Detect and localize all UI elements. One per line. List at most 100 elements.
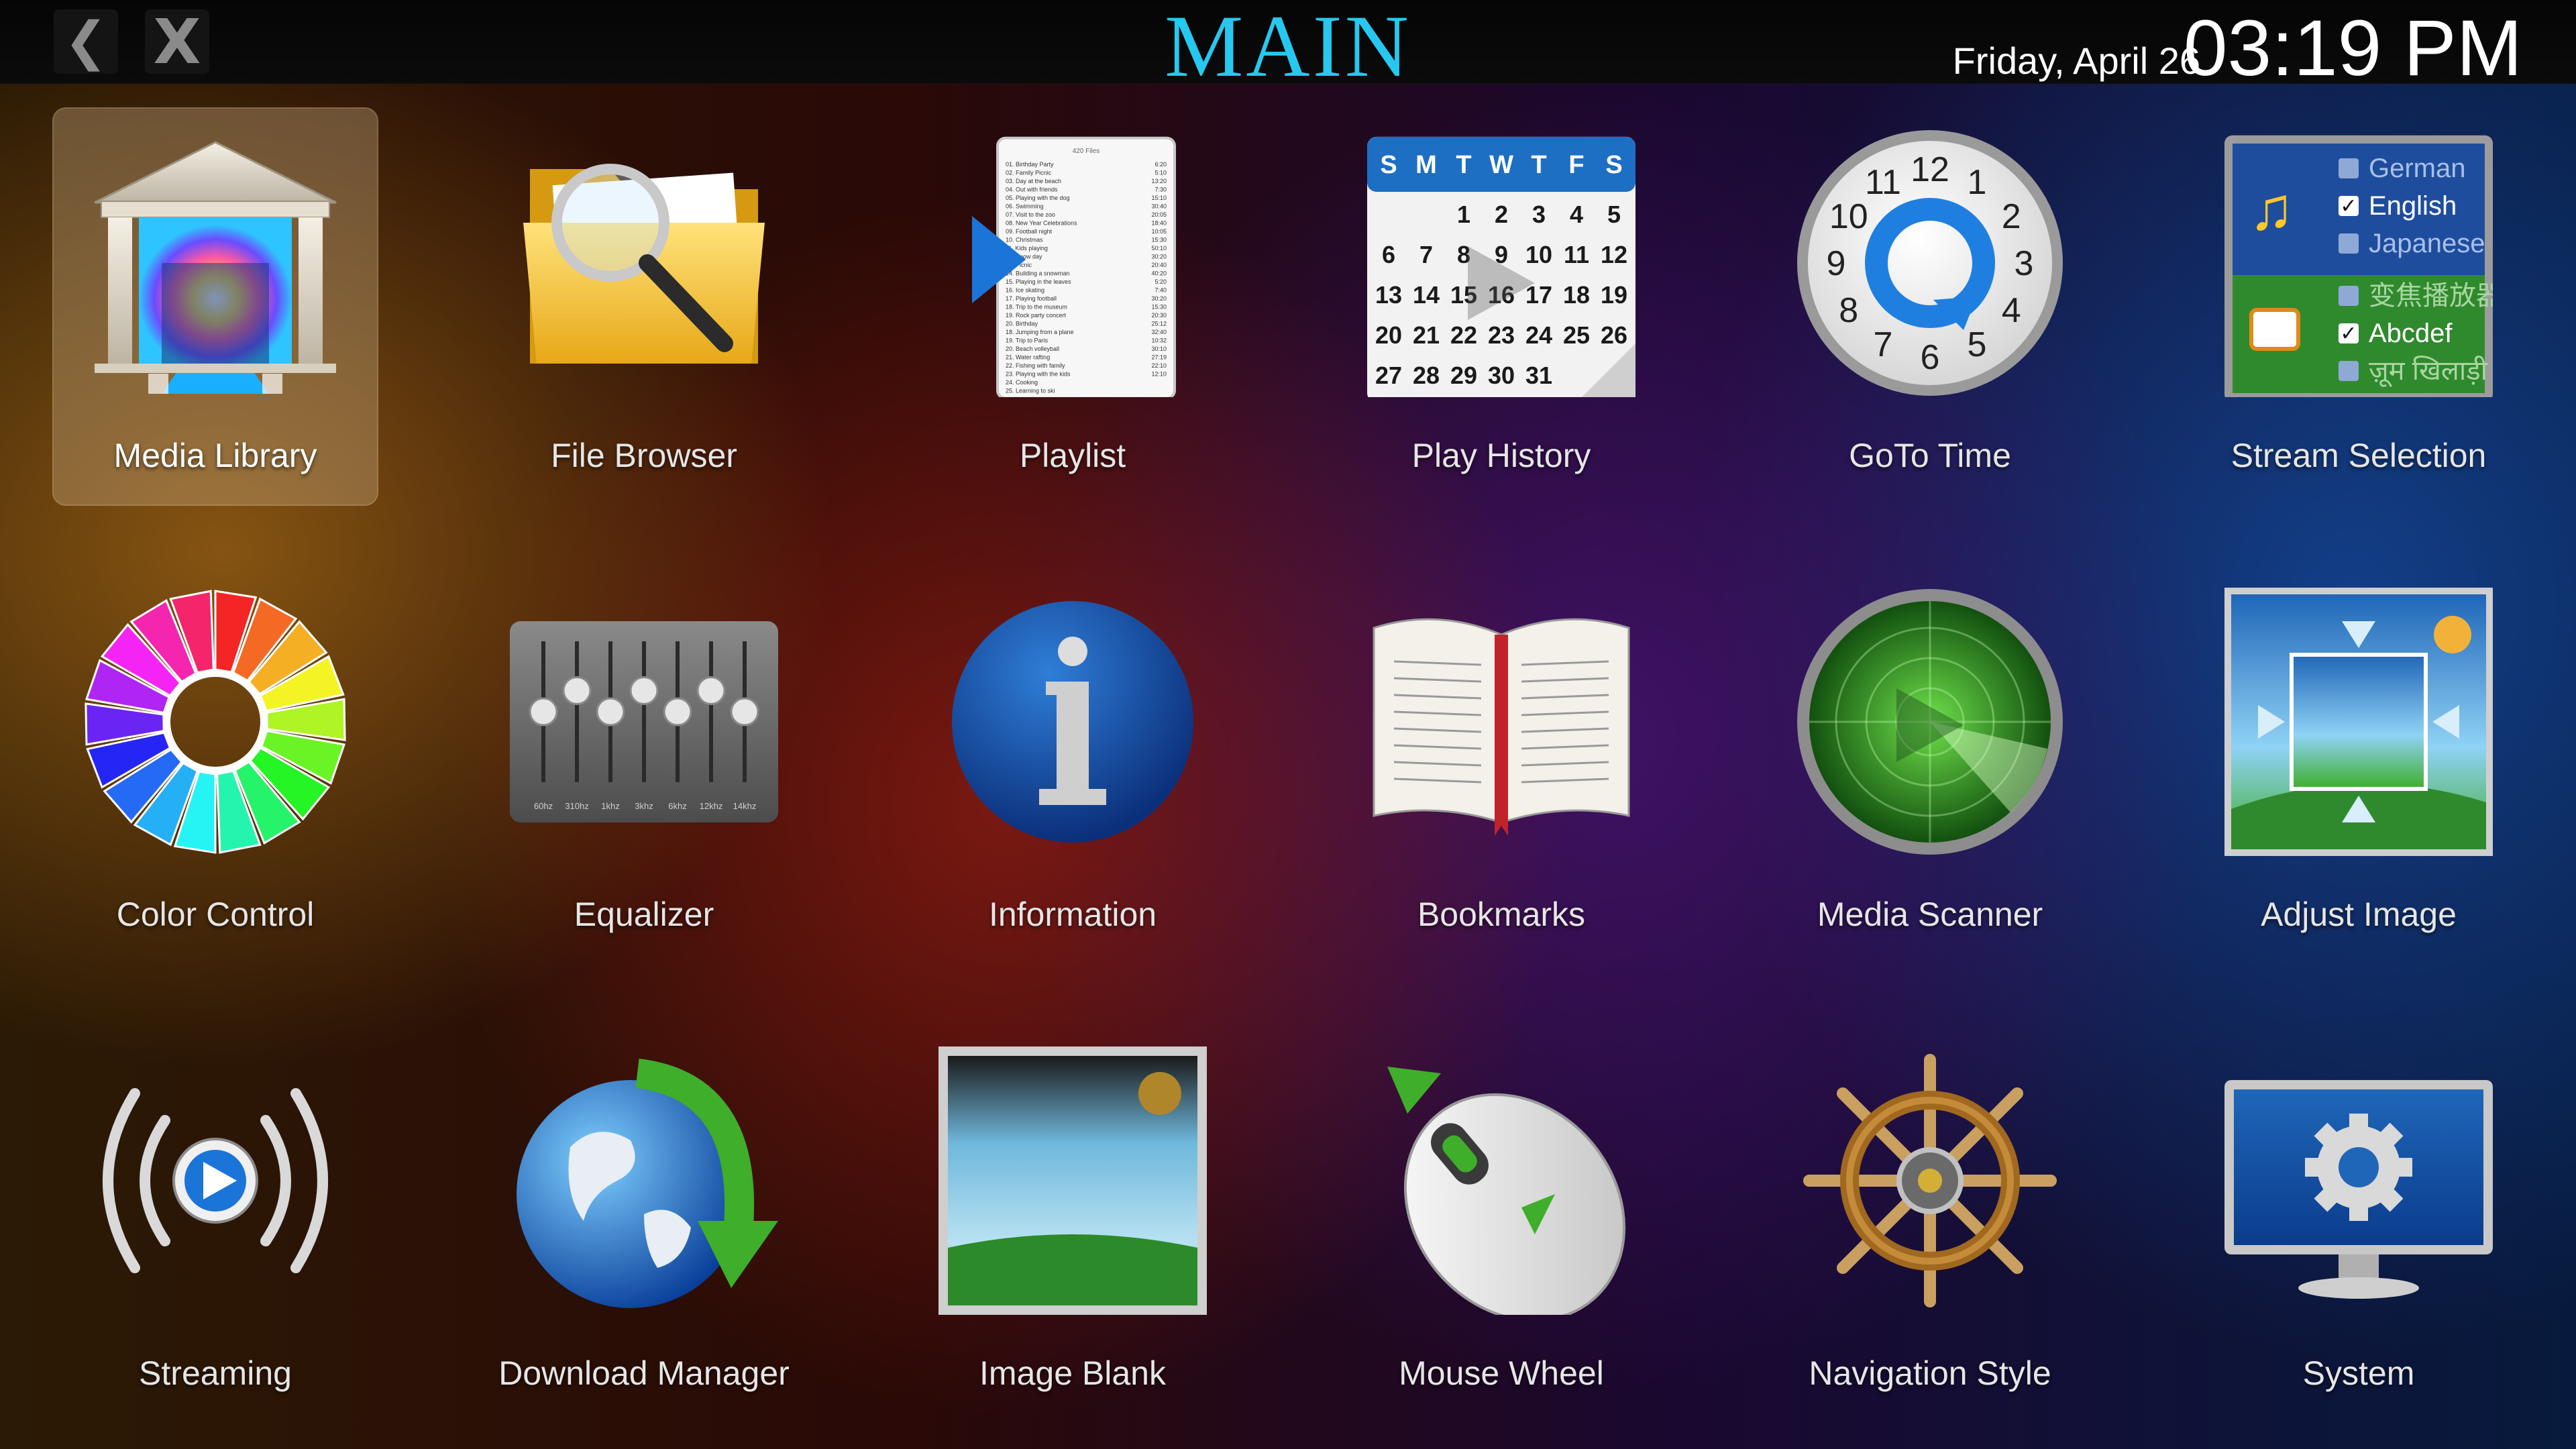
equalizer-knob — [629, 676, 659, 705]
media-library-icon — [81, 129, 350, 397]
calendar-day: 27 — [1375, 362, 1402, 389]
calendar-day: 20 — [1375, 321, 1402, 349]
playlist-duration: 15:30 — [1151, 304, 1167, 311]
playlist-duration: 15:30 — [1151, 237, 1167, 244]
calendar-weekday: F — [1568, 151, 1584, 179]
play-history-icon: SMTWTFS 12345678910111213141516171819202… — [1367, 129, 1635, 402]
playlist-duration: 13:20 — [1151, 178, 1167, 184]
tile-bookmarks[interactable]: Bookmarks — [1338, 566, 1664, 965]
system-icon — [2224, 1046, 2493, 1315]
media-scanner-icon — [1796, 588, 2064, 856]
calendar-day: 21 — [1413, 321, 1440, 349]
file-browser-icon — [510, 129, 778, 397]
tile-adjust-image[interactable]: Adjust Image — [2196, 566, 2522, 965]
tile-playlist[interactable]: 420 Files 01. Birthday Party 6:20 02. Fami… — [910, 107, 1236, 506]
equalizer-icon: 60hz 310hz 1khz 3khz 6khz 12khz 14khz — [510, 588, 778, 856]
clock-number: 1 — [1968, 163, 1987, 202]
calendar-day: 26 — [1601, 321, 1627, 349]
calendar-day: 6 — [1382, 241, 1395, 268]
music-note-icon: ♫ — [2249, 176, 2294, 243]
tile-play-history[interactable]: SMTWTFS 12345678910111213141516171819202… — [1338, 107, 1664, 506]
equalizer-knob — [596, 697, 625, 727]
tile-label: Bookmarks — [1417, 896, 1586, 933]
clock-number: 6 — [1921, 338, 1940, 377]
playlist-item: 18. Trip to the museum — [1006, 304, 1067, 311]
calendar-day: 1 — [1457, 201, 1470, 228]
playlist-item: 20. Beach volleyball — [1006, 345, 1059, 352]
clock-number: 4 — [2002, 291, 2021, 330]
clock-number: 2 — [2002, 197, 2021, 236]
tile-label: GoTo Time — [1849, 437, 2011, 474]
equalizer-band-label: 14khz — [733, 801, 757, 811]
stream-option-label: Abcdef — [2369, 319, 2453, 348]
tile-label: Color Control — [116, 896, 315, 933]
time-display: 03:19 PM — [2183, 4, 2522, 93]
tile-media-scanner[interactable]: Media Scanner — [1767, 566, 2093, 965]
stream-option-label: Japanese — [2369, 229, 2485, 258]
playlist-item: 21. Water rafting — [1006, 354, 1050, 361]
clock-number: 8 — [1839, 291, 1858, 330]
tile-color-control[interactable]: Color Control — [52, 566, 378, 965]
playlist-item: 14. Building a snowman — [1006, 270, 1070, 277]
tile-mouse-wheel[interactable]: Mouse Wheel — [1338, 1025, 1664, 1424]
playlist-item: 25. Learning to ski — [1006, 388, 1055, 394]
playlist-item: 03. Day at the beach — [1006, 178, 1061, 184]
equalizer-knob — [696, 676, 726, 705]
navigation-style-icon — [1796, 1046, 2064, 1315]
tile-streaming[interactable]: Streaming — [52, 1025, 378, 1424]
calendar-weekday: S — [1605, 151, 1622, 179]
equalizer-band-label: 310hz — [565, 801, 588, 811]
tile-stream-selection[interactable]: ♫ German ✓ English Japanese 变焦播放器 ✓ Abcdef ज़ू… — [2196, 107, 2522, 506]
download-manager-icon — [510, 1046, 778, 1315]
playlist-item: 17. Playing football — [1006, 295, 1057, 302]
playlist-duration: 6:20 — [1155, 161, 1167, 168]
calendar-weekday: M — [1415, 151, 1437, 179]
mouse-wheel-icon — [1367, 1046, 1635, 1322]
tile-label: Playlist — [1019, 437, 1126, 474]
playlist-item: 10. Christmas — [1006, 237, 1043, 244]
playlist-item: 04. Out with friends — [1006, 186, 1058, 193]
playlist-duration: 50:10 — [1151, 245, 1167, 252]
tile-navigation-style[interactable]: Navigation Style — [1767, 1025, 2093, 1424]
tile-goto-time[interactable]: 12 1 2 3 4 5 6 7 8 9 10 11 GoTo Time — [1767, 107, 2093, 506]
clock-number: 3 — [2015, 244, 2034, 283]
calendar-day: 24 — [1525, 321, 1552, 349]
playlist-icon: 420 Files 01. Birthday Party 6:20 02. Fami… — [938, 129, 1207, 400]
tile-label: Media Scanner — [1817, 896, 2043, 933]
playlist-duration: 30:40 — [1151, 203, 1167, 210]
tile-media-library[interactable]: Media Library — [52, 107, 378, 506]
tile-label: Download Manager — [498, 1354, 790, 1392]
playlist-item: 01. Birthday Party — [1006, 161, 1054, 168]
tile-label: Play History — [1411, 437, 1591, 474]
calendar-day: 12 — [1601, 241, 1627, 268]
adjust-image-icon — [2224, 588, 2493, 856]
equalizer-knob — [562, 676, 592, 705]
equalizer-knob — [529, 697, 558, 727]
image-blank-icon — [938, 1046, 1207, 1315]
tile-label: Mouse Wheel — [1399, 1354, 1604, 1392]
calendar-day: 5 — [1607, 201, 1621, 228]
information-icon — [938, 588, 1207, 856]
equalizer-band-label: 1khz — [601, 801, 619, 811]
tile-download-manager[interactable]: Download Manager — [481, 1025, 807, 1424]
tile-label: Media Library — [113, 437, 317, 474]
tile-label: Navigation Style — [1809, 1354, 2051, 1392]
stream-option-label: 变焦播放器 — [2369, 281, 2493, 311]
calendar-day: 22 — [1450, 321, 1477, 349]
calendar-weekday: W — [1489, 151, 1513, 179]
playlist-item: 02. Family Picnic — [1006, 170, 1052, 176]
tile-file-browser[interactable]: File Browser — [481, 107, 807, 506]
tile-equalizer[interactable]: 60hz 310hz 1khz 3khz 6khz 12khz 14khz Equalize… — [481, 566, 807, 965]
playlist-duration: 10:32 — [1151, 337, 1167, 344]
calendar-day: 13 — [1375, 281, 1402, 309]
tile-system[interactable]: System — [2196, 1025, 2522, 1424]
playlist-item: 15. Playing in the leaves — [1006, 278, 1071, 285]
tile-image-blank[interactable]: Image Blank — [910, 1025, 1236, 1424]
stream-option-label: English — [2369, 191, 2457, 221]
tile-information[interactable]: Information — [910, 566, 1236, 965]
calendar-day: 11 — [1564, 241, 1589, 268]
playlist-duration: 20:40 — [1151, 262, 1167, 268]
equalizer-band-label: 60hz — [534, 801, 553, 811]
calendar-day: 7 — [1419, 241, 1433, 268]
playlist-header: 420 Files — [1073, 148, 1100, 155]
